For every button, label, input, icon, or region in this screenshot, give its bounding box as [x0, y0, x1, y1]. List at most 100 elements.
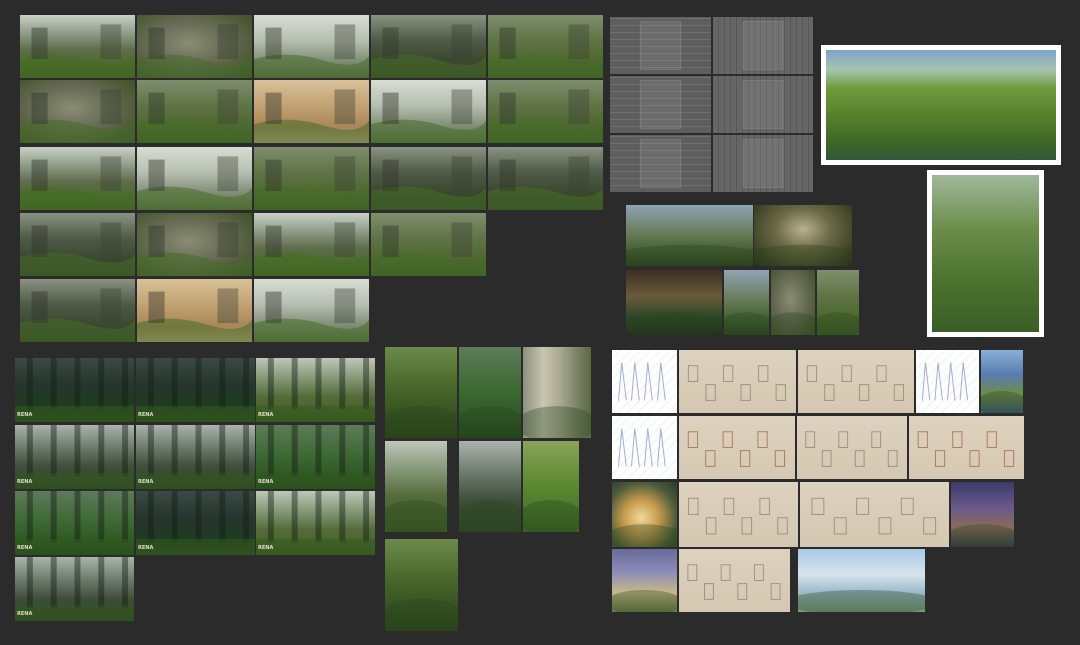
blue-line-sketch: [916, 350, 979, 413]
color-painting: [981, 350, 1023, 413]
forest-photo: [459, 347, 521, 438]
tile-artwork: [254, 222, 369, 276]
tile-artwork: [811, 497, 937, 535]
tile-artwork: [20, 288, 135, 342]
character-sketch-sheet: [679, 549, 790, 612]
tile-artwork: [254, 24, 369, 78]
ruin-concept-thumbnail: [254, 279, 369, 342]
forest-photo: [385, 441, 447, 532]
tile-artwork: [459, 500, 521, 532]
tree-root-photo: [385, 539, 458, 631]
stone-texture-sheet: [713, 135, 813, 192]
stone-texture-sheet: [713, 76, 813, 133]
tile-artwork: [256, 491, 375, 555]
tile-artwork: [618, 362, 666, 401]
stone-texture-sheet: [713, 17, 813, 74]
forest-render: RENA: [136, 358, 255, 422]
tile-artwork: [254, 156, 369, 210]
tile-caption: RENA: [17, 412, 33, 418]
tile-artwork: [137, 89, 252, 143]
framed-ruin-painting: [927, 170, 1044, 337]
tile-caption: RENA: [138, 412, 154, 418]
forest-render: RENA: [256, 491, 375, 555]
tile-artwork: [921, 362, 969, 401]
tile-artwork: [612, 524, 677, 547]
forest-render: RENA: [256, 358, 375, 422]
tile-artwork: [626, 244, 753, 266]
tile-caption: RENA: [138, 545, 154, 551]
tile-artwork: [806, 365, 905, 401]
character-sketch-sheet: [679, 482, 798, 547]
forest-render: RENA: [15, 358, 134, 422]
tile-caption: RENA: [17, 479, 33, 485]
color-painting: [951, 482, 1014, 547]
tile-artwork: [981, 390, 1023, 413]
tile-artwork: [137, 288, 252, 342]
color-painting: [798, 549, 925, 612]
moodboard-canvas: RENA RENA RENA RENA RENA RENA RENA RENA RENA RENA: [0, 0, 1080, 645]
framed-ruin-painting: [821, 45, 1061, 165]
ruin-concept-thumbnail: [20, 279, 135, 342]
ruin-photo: [754, 205, 852, 266]
tile-artwork: [254, 89, 369, 143]
tile-artwork: [742, 80, 784, 129]
tile-caption: RENA: [258, 412, 274, 418]
ruin-concept-thumbnail: [488, 15, 603, 78]
tile-artwork: [612, 589, 677, 612]
tile-artwork: [371, 24, 486, 78]
tile-artwork: [817, 312, 859, 335]
tile-artwork: [385, 500, 447, 532]
tile-artwork: [523, 500, 579, 532]
ruin-concept-thumbnail: [137, 213, 252, 276]
tile-artwork: [256, 358, 375, 422]
tile-artwork: [15, 358, 134, 422]
forest-render: RENA: [15, 491, 134, 555]
tile-artwork: [15, 425, 134, 489]
tile-artwork: [371, 222, 486, 276]
tile-artwork: [639, 80, 682, 129]
tile-artwork: [15, 491, 134, 555]
character-sketch-sheet: [800, 482, 949, 547]
ruin-concept-thumbnail: [137, 279, 252, 342]
tile-artwork: [137, 222, 252, 276]
tile-caption: RENA: [17, 611, 33, 617]
tile-artwork: [137, 156, 252, 210]
tile-caption: RENA: [138, 479, 154, 485]
ruin-photo: [817, 270, 859, 335]
tile-artwork: [136, 358, 255, 422]
stone-texture-sheet: [610, 76, 711, 133]
blue-line-sketch: [612, 416, 677, 479]
tile-artwork: [771, 312, 815, 335]
ruin-concept-thumbnail: [137, 80, 252, 143]
ruin-concept-thumbnail: [137, 15, 252, 78]
ruin-concept-thumbnail: [371, 213, 486, 276]
ruin-photo: [626, 205, 753, 266]
tile-artwork: [371, 156, 486, 210]
tile-artwork: [688, 497, 788, 535]
prop-sketch-sheet: [679, 350, 796, 413]
tile-artwork: [639, 21, 682, 70]
tile-artwork: [488, 89, 603, 143]
tile-artwork: [687, 365, 786, 401]
forest-render: RENA: [15, 425, 134, 489]
tile-artwork: [459, 406, 521, 438]
stone-texture-sheet: [610, 135, 711, 192]
tile-artwork: [136, 425, 255, 489]
tile-artwork: [488, 156, 603, 210]
tile-artwork: [20, 89, 135, 143]
ruin-concept-thumbnail: [254, 213, 369, 276]
ruin-concept-thumbnail: [488, 147, 603, 210]
ruin-concept-thumbnail: [20, 213, 135, 276]
tile-artwork: [256, 425, 375, 489]
tile-artwork: [371, 89, 486, 143]
tile-artwork: [742, 21, 784, 70]
tile-artwork: [618, 428, 666, 467]
tile-artwork: [687, 564, 781, 600]
tile-artwork: [626, 312, 722, 335]
tile-artwork: [805, 431, 898, 467]
forest-render: RENA: [136, 425, 255, 489]
ruin-concept-thumbnail: [371, 80, 486, 143]
ruin-concept-thumbnail: [20, 80, 135, 143]
forest-render: RENA: [15, 557, 134, 621]
red-ink-sketch-sheet: [679, 416, 795, 479]
